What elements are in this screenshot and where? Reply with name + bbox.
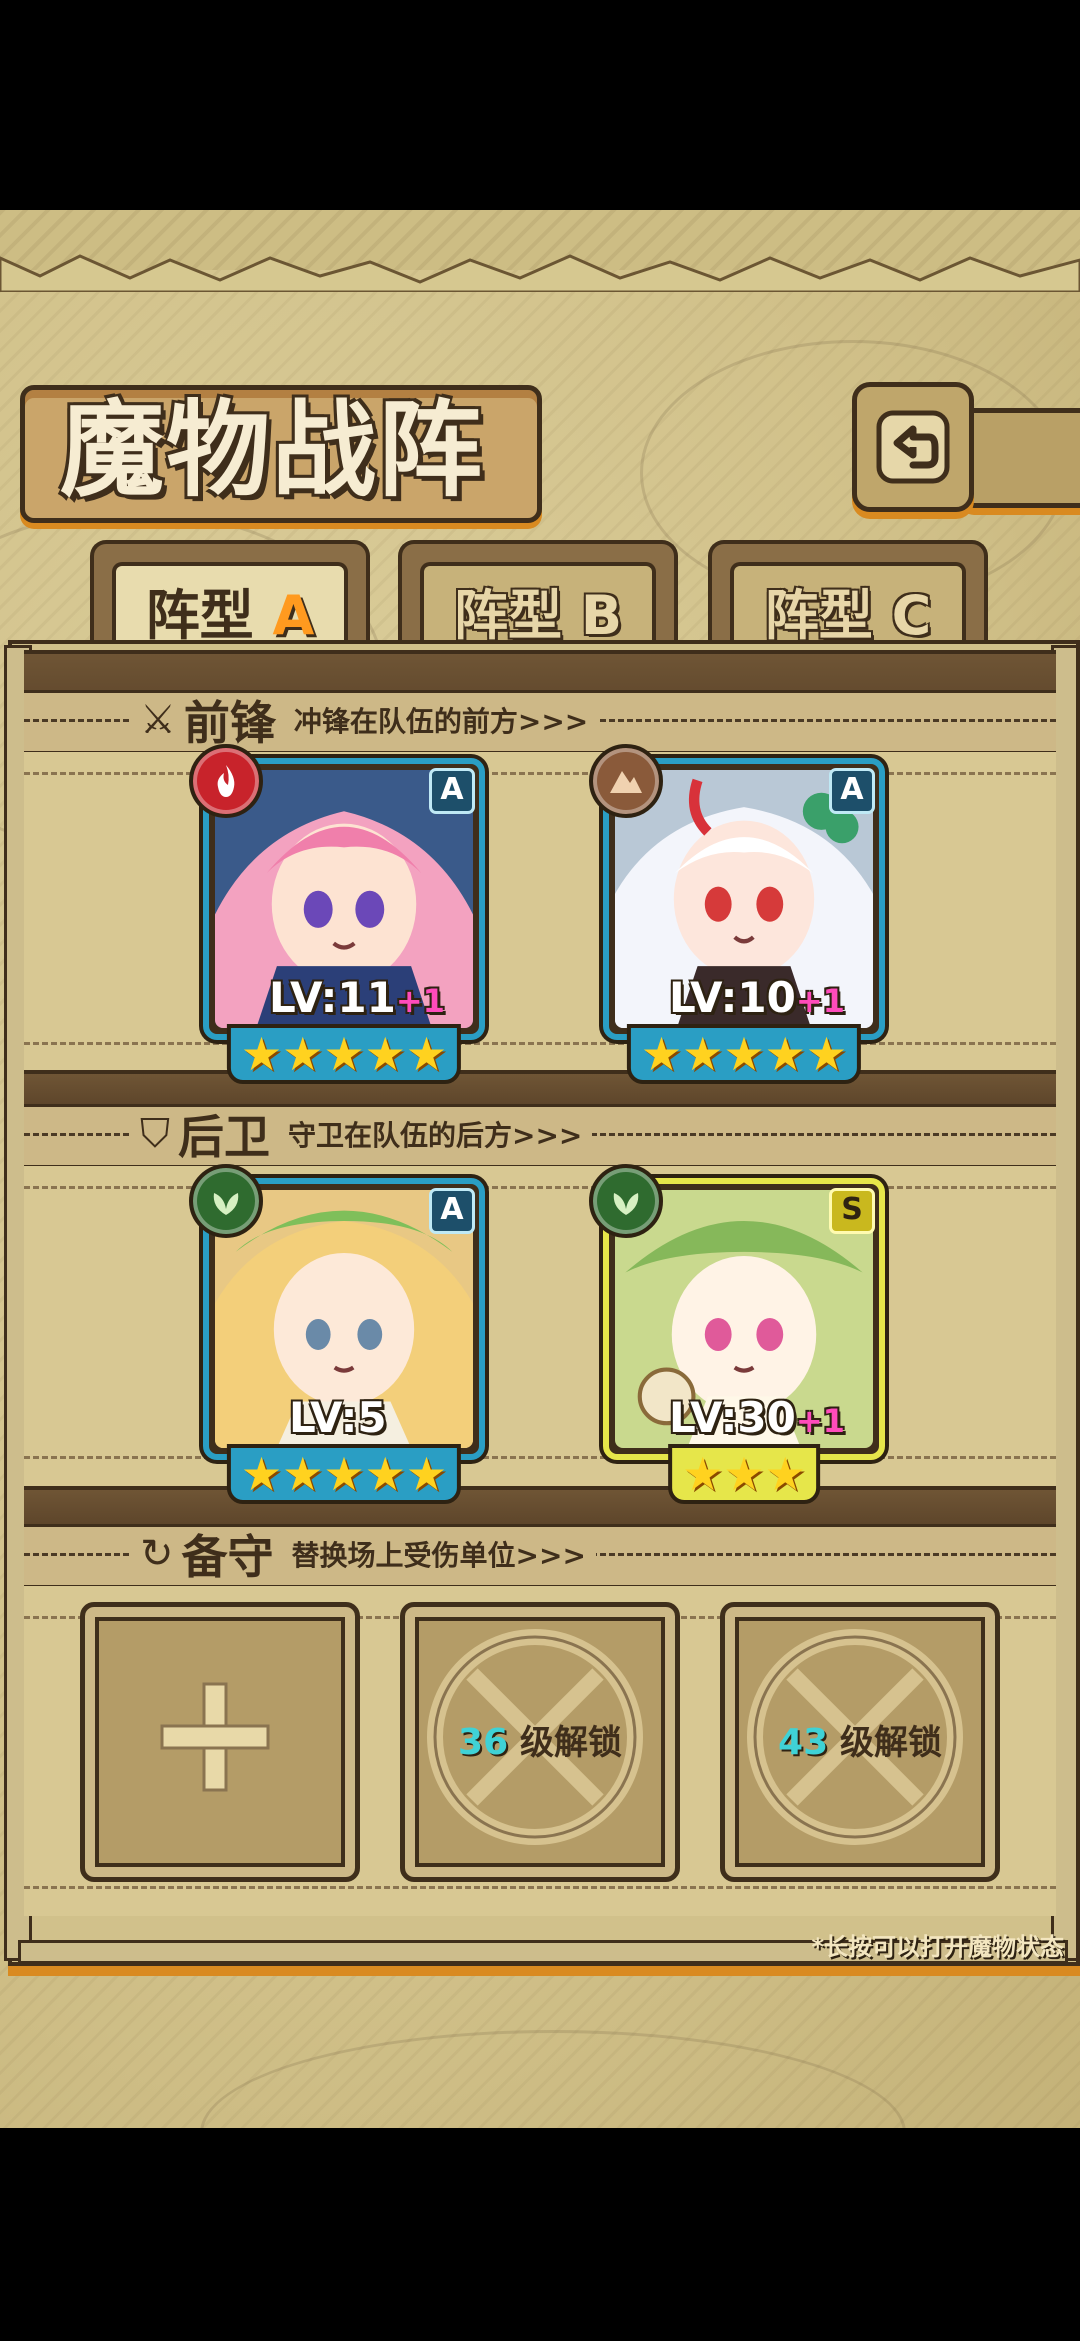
level-label: LV:11+1 [269,973,445,1022]
fire-element-icon [189,744,263,818]
section-reserve-header: ↻ 备守 替换场上受伤单位>>> [24,1524,1056,1588]
level-label: LV:10+1 [669,973,845,1022]
reserve-slot-locked[interactable]: 36 级解锁 [400,1602,680,1882]
earth-element-icon [589,744,663,818]
dashed-line [24,1186,1056,1189]
tab-formation-c[interactable]: 阵型 C [708,540,988,654]
section-back-name: 后卫 [178,1110,270,1164]
section-front-header: ⚔ 前锋 冲锋在队伍的前方>>> [24,690,1056,754]
leaf-element-icon [589,1164,663,1238]
leaf-element-icon [189,1164,263,1238]
section-title: ⛉ 后卫 守卫在队伍的后方>>> [130,1107,593,1164]
tab-label: 阵型 C [764,583,932,647]
page-title: 魔物战阵 [60,388,485,511]
monster-card[interactable]: A LV:5 ★★★★★ [189,1164,485,1504]
section-reserve-desc: 替换场上受伤单位>>> [291,1539,586,1572]
level-label: LV:5 [289,1393,387,1442]
dashed-line [24,1456,1056,1459]
section-back-desc: 守卫在队伍的后方>>> [288,1119,583,1152]
tab-formation-b[interactable]: 阵型 B [398,540,678,654]
shield-icon: ⛉ [140,1111,170,1157]
section-back-header: ⛉ 后卫 守卫在队伍的后方>>> [24,1104,1056,1168]
rank-badge: A [429,768,475,814]
rank-badge: S [829,1188,875,1234]
monster-card[interactable]: A LV:11+1 ★★★★★ [189,744,485,1084]
section-title: ↻ 备守 替换场上受伤单位>>> [130,1527,596,1584]
monster-card[interactable]: A LV:10+1 ★★★★★ [589,744,885,1084]
front-row [24,752,1056,1070]
map-decoration [200,2030,906,2128]
tab-label: 阵型 A [145,583,315,647]
dashed-line [24,1886,1056,1889]
section-front-name: 前锋 [183,696,276,750]
star-rating: ★★★★★ [226,1024,462,1084]
rank-badge: A [829,768,875,814]
plus-icon [160,1682,270,1792]
dashed-line [24,1042,1056,1045]
section-front-desc: 冲锋在队伍的前方>>> [293,705,589,738]
unlock-level-label: 43 级解锁 [778,1722,942,1763]
star-rating: ★★★★★ [226,1444,462,1504]
section-reserve-name: 备守 [181,1530,274,1584]
star-rating: ★★★★★ [626,1024,862,1084]
swap-icon: ↻ [140,1531,174,1577]
rank-badge: A [429,1188,475,1234]
star-rating: ★★★ [668,1444,820,1504]
back-row [24,1166,1056,1486]
torn-edge-decoration [0,254,1080,292]
return-icon [876,410,950,484]
tab-formation-a[interactable]: 阵型 A [90,540,370,654]
back-button[interactable] [852,382,974,512]
back-button-rail [960,408,1080,508]
sword-icon: ⚔ [140,697,176,743]
reserve-slot-add[interactable] [80,1602,360,1882]
dashed-line [24,772,1056,775]
section-title: ⚔ 前锋 冲锋在队伍的前方>>> [130,693,599,750]
long-press-hint: *长按可以打开魔物状态 [811,1933,1064,1961]
monster-card[interactable]: S LV:30+1 ★★★ [589,1164,885,1504]
level-label: LV:30+1 [669,1393,845,1442]
unlock-level-label: 36 级解锁 [458,1722,622,1763]
tab-label: 阵型 B [454,583,622,647]
reserve-slot-locked[interactable]: 43 级解锁 [720,1602,1000,1882]
